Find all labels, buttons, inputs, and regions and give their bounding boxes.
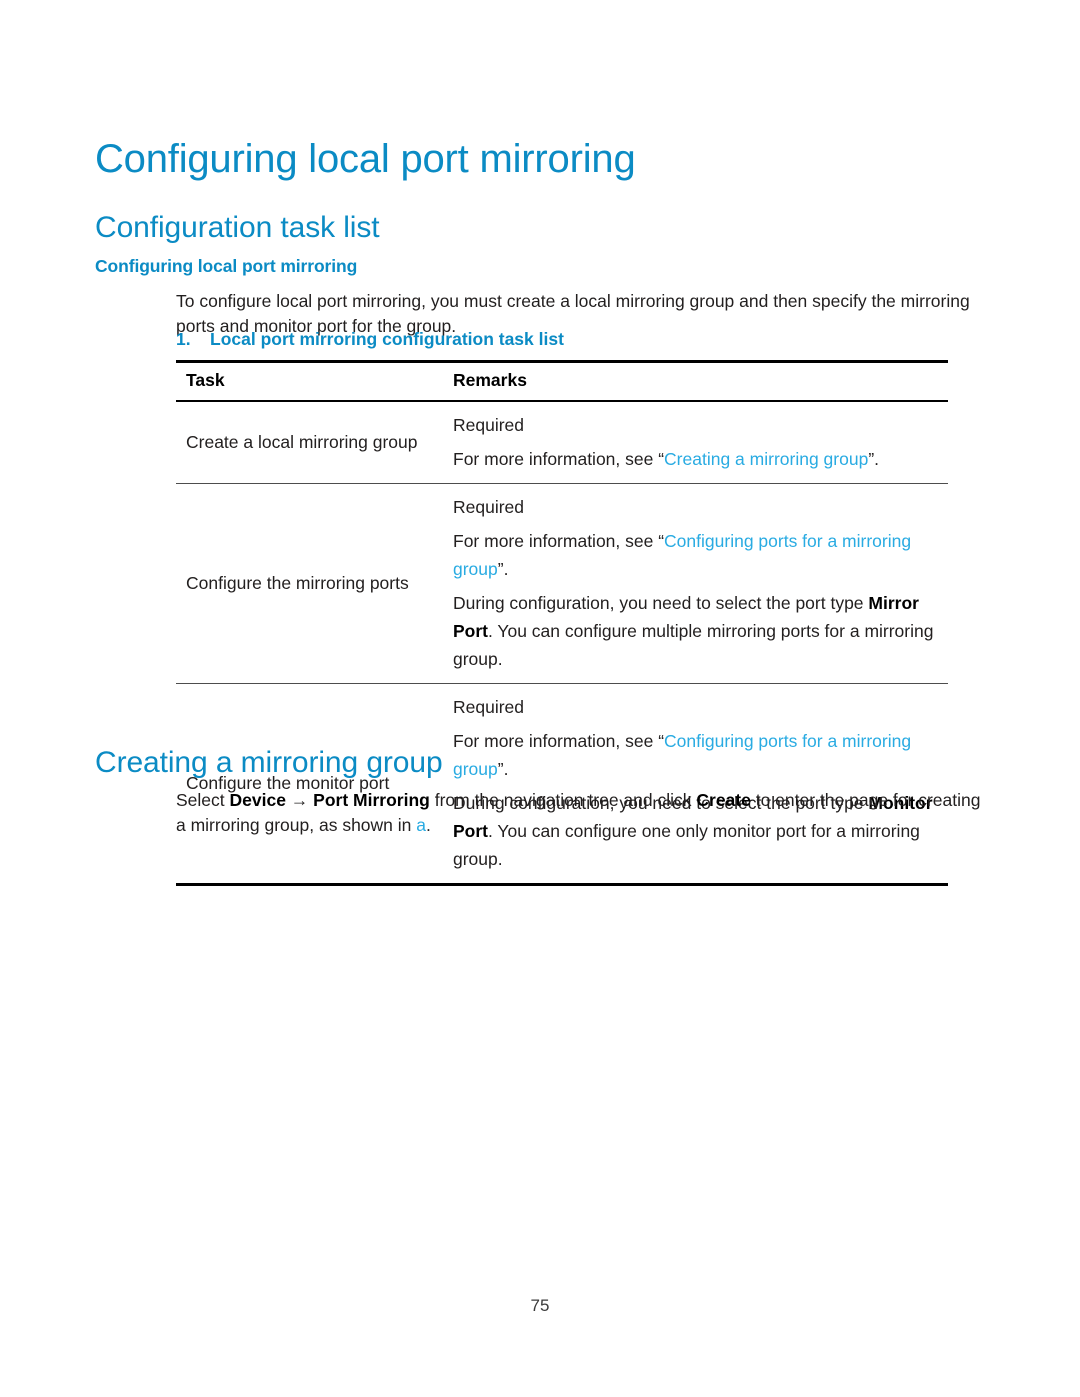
table-row: Configure the monitor port Required For mo…	[176, 683, 948, 886]
heading-configuration-task-list: Configuration task list	[95, 210, 380, 244]
heading-creating-a-mirroring-group: Creating a mirroring group	[95, 745, 443, 779]
remark-line: For more information, see “Configuring p…	[453, 527, 948, 583]
text-run: from the navigation tree and click	[429, 789, 697, 810]
remark-line: Required	[453, 693, 948, 721]
emphasis-text: Device	[229, 789, 286, 810]
table-caption: 1. Local port mirroring configuration tas…	[176, 328, 988, 350]
column-header-task: Task	[176, 360, 443, 402]
emphasis-text: Port Mirroring	[313, 789, 430, 810]
text-run: Required	[453, 415, 525, 435]
column-header-remarks: Remarks	[443, 360, 948, 402]
text-run: ”.	[497, 559, 509, 579]
cross-reference-link[interactable]: a	[416, 815, 426, 835]
text-run: ”.	[868, 449, 880, 469]
page-title: Configuring local port mirroring	[95, 136, 636, 181]
cell-remarks: Required For more information, see “Confi…	[443, 683, 948, 886]
cross-reference-link[interactable]: Creating a mirroring group	[664, 449, 868, 469]
page-number: 75	[530, 1296, 550, 1315]
cell-task: Configure the mirroring ports	[176, 483, 443, 684]
creating-group-paragraph: Select Device → Port Mirroring from the …	[176, 788, 988, 838]
remark-line: Required	[453, 411, 948, 439]
text-run: .	[425, 814, 431, 835]
emphasis-text: Create	[696, 789, 751, 810]
cell-task: Create a local mirroring group	[176, 401, 443, 484]
subheading-configuring-local-port-mirroring: Configuring local port mirroring	[95, 255, 358, 276]
text-run: For more information, see “	[453, 531, 665, 551]
cell-remarks: Required For more information, see “Confi…	[443, 483, 948, 684]
text-run: Required	[453, 697, 525, 717]
task-table-head: Task Remarks	[176, 360, 948, 402]
table-caption-number: 1.	[176, 329, 191, 349]
table-caption-text: Local port mirroring configuration task …	[210, 329, 564, 349]
text-run: During configuration, you need to select…	[453, 593, 869, 613]
cell-remarks: Required For more information, see “Creat…	[443, 401, 948, 484]
table-row: Create a local mirroring group Required Fo…	[176, 401, 948, 484]
text-run: →	[285, 789, 314, 810]
text-run: . You can configure multiple mirroring p…	[453, 621, 934, 669]
remark-line: Required	[453, 493, 948, 521]
text-run: Select	[176, 789, 230, 810]
text-run: Required	[453, 497, 525, 517]
text-run: For more information, see “	[453, 449, 665, 469]
table-header-row: Task Remarks	[176, 360, 948, 402]
document-page: Configuring local port mirroring Configu…	[0, 0, 1080, 1397]
table-row: Configure the mirroring ports Required For…	[176, 483, 948, 684]
remark-line: During configuration, you need to select…	[453, 589, 948, 673]
remark-line: For more information, see “Creating a mi…	[453, 445, 948, 473]
cell-task: Configure the monitor port	[176, 683, 443, 886]
